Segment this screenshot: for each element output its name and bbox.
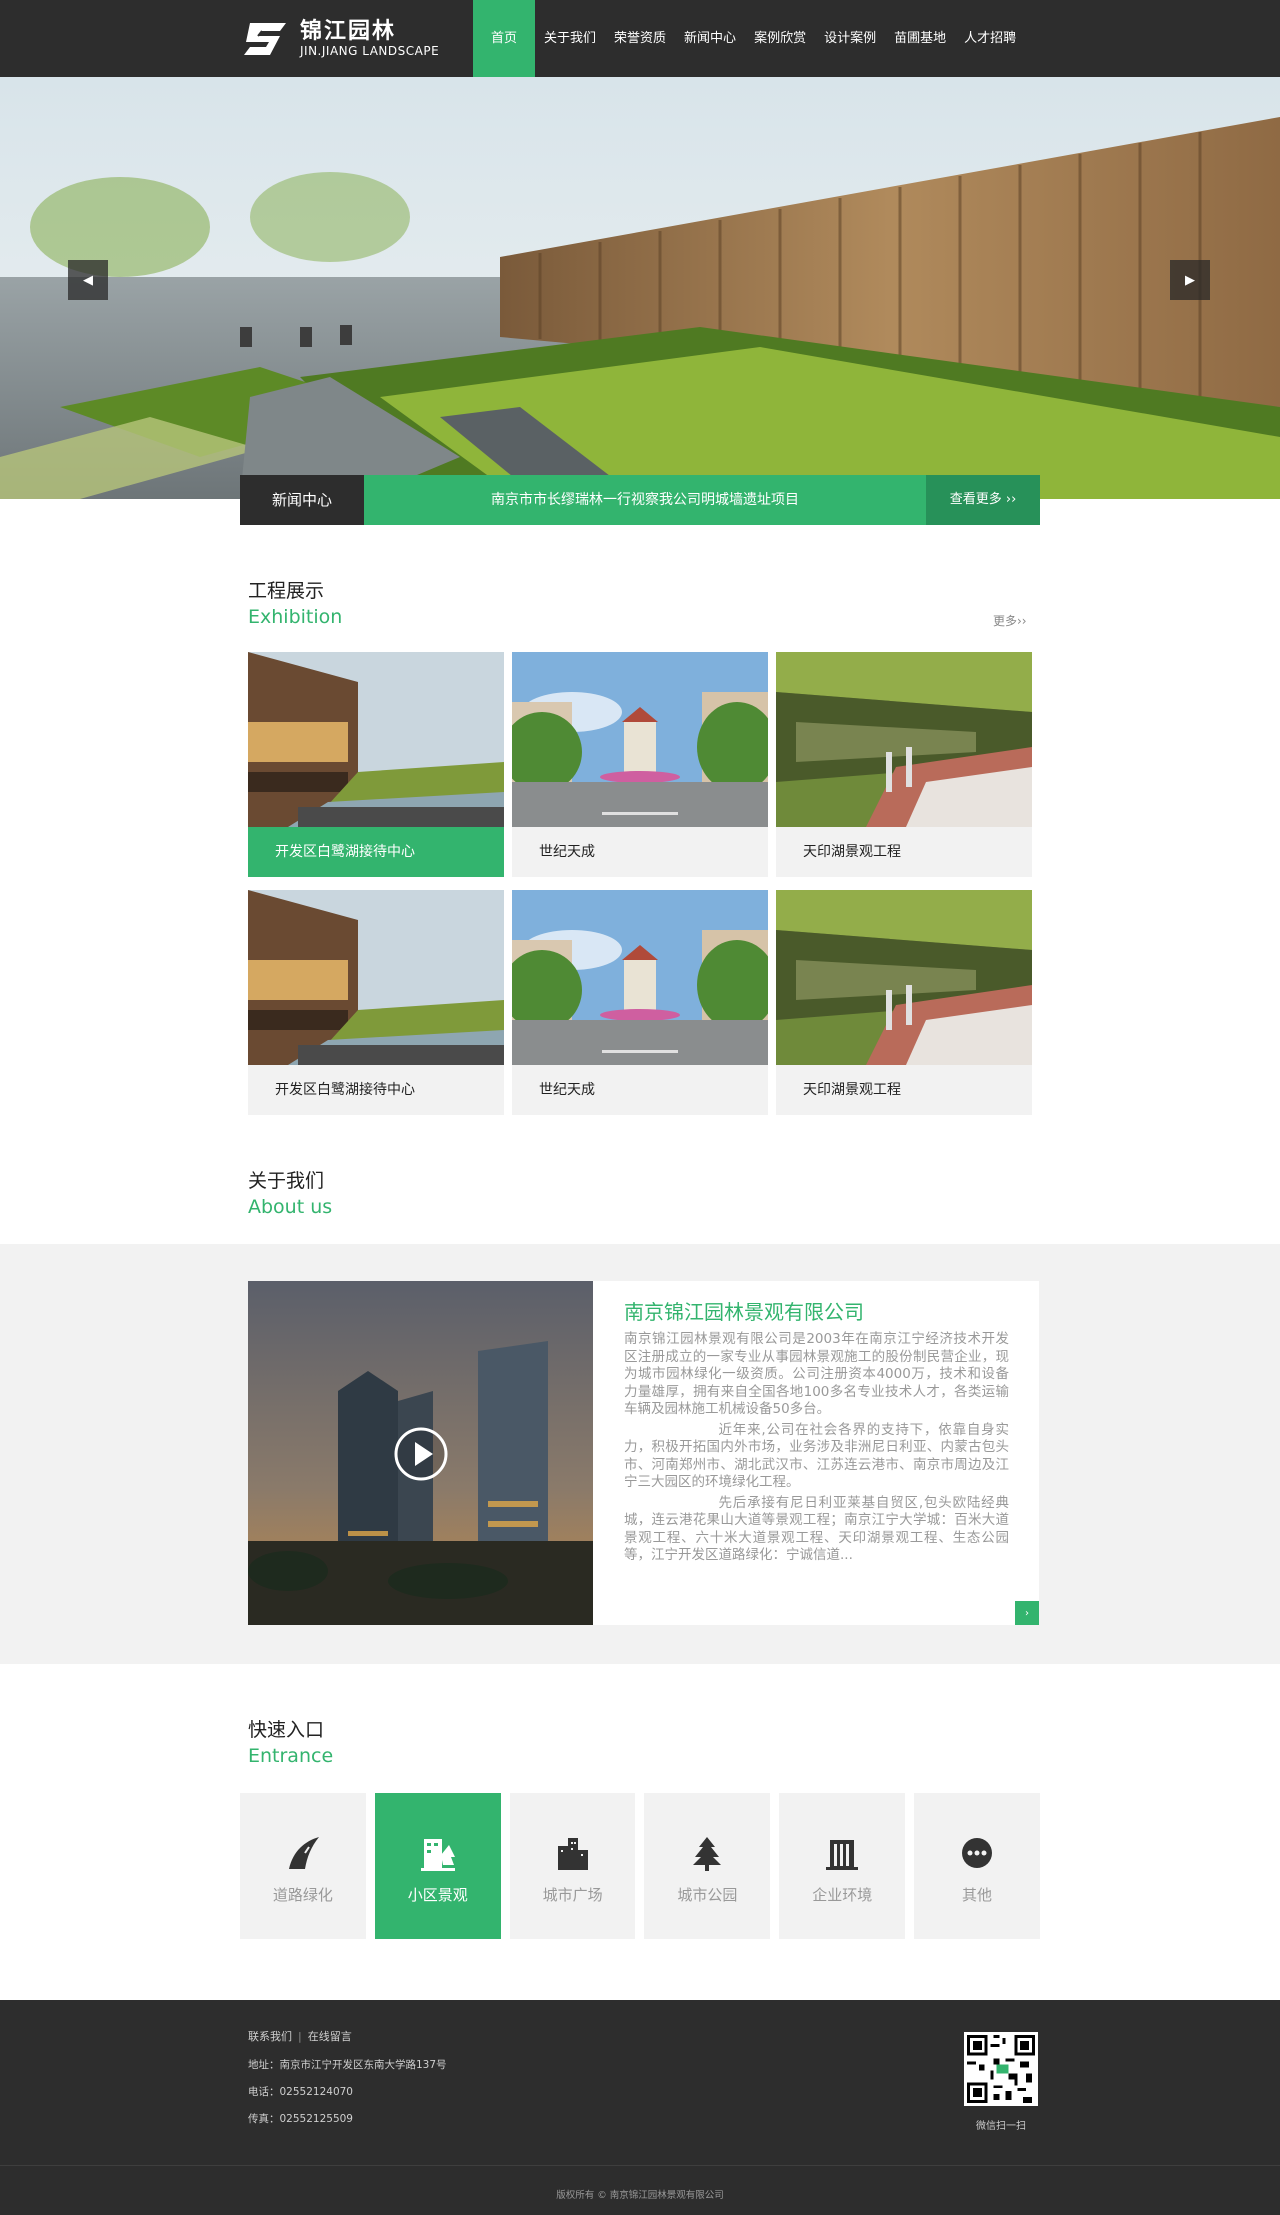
nav-news[interactable]: 新闻中心 xyxy=(675,0,745,77)
more-dots-icon xyxy=(914,1833,1040,1873)
project-caption: 开发区白鹭湖接待中心 xyxy=(275,1082,415,1098)
footer-message-link[interactable]: 在线留言 xyxy=(308,2030,352,2043)
entrance-enterprise[interactable]: 企业环境 xyxy=(779,1793,906,1939)
entrance-heading: 快速入口 Entrance xyxy=(248,1717,333,1769)
news-ticker: 新闻中心 南京市市长缪瑞林一行视察我公司明城墙遗址项目 查看更多 ›› xyxy=(240,475,1040,525)
nav-about[interactable]: 关于我们 xyxy=(535,0,605,77)
nav-home[interactable]: 首页 xyxy=(473,0,536,77)
about-more-button[interactable]: › xyxy=(1015,1601,1039,1625)
road-icon xyxy=(240,1833,366,1873)
project-thumbnail xyxy=(512,890,768,1065)
about-title-en: About us xyxy=(248,1196,333,1218)
exhibition-more-link[interactable]: 更多›› xyxy=(993,612,1027,629)
site-footer: 联系我们 | 在线留言 地址：南京市江宁开发区东南大学路137号 电话：025521… xyxy=(0,2000,1280,2215)
footer-fax: 传真：02552125509 xyxy=(248,2113,353,2125)
footer-divider xyxy=(0,2165,1280,2166)
about-paragraph: 先后承接有尼日利亚莱基自贸区,包头欧陆经典城，连云港花果山大道等景观工程；南京江… xyxy=(624,1494,1009,1564)
hero-image xyxy=(0,77,1280,499)
entrance-label: 小区景观 xyxy=(407,1886,468,1904)
play-icon[interactable] xyxy=(393,1426,449,1482)
city-buildings-icon xyxy=(510,1833,636,1873)
residential-icon xyxy=(375,1833,501,1873)
logo-name-cn: 锦江园林 xyxy=(300,19,397,44)
entrance-road-greening[interactable]: 道路绿化 xyxy=(240,1793,366,1939)
project-card[interactable]: 天印湖景观工程 xyxy=(776,890,1032,1115)
project-card[interactable]: 开发区白鹭湖接待中心 xyxy=(248,890,504,1115)
entrance-title-en: Entrance xyxy=(248,1745,334,1767)
nav-cases[interactable]: 案例欣赏 xyxy=(745,0,815,77)
logo-name-en: JIN.JIANG LANDSCAPE xyxy=(300,44,440,58)
about-video[interactable] xyxy=(248,1281,593,1625)
entrance-city-square[interactable]: 城市广场 xyxy=(509,1793,636,1939)
hero-banner: ◀ ▶ xyxy=(0,77,1280,499)
quick-entrance: 道路绿化 小区景观 城市广场 城市公园 企业环境 其他 xyxy=(240,1793,1040,1939)
footer-links: 联系我们 | 在线留言 xyxy=(248,2028,352,2044)
entrance-title-cn: 快速入口 xyxy=(248,1719,325,1741)
project-caption: 世纪天成 xyxy=(539,1082,595,1098)
wechat-qr-code xyxy=(964,2032,1038,2106)
nav-nursery[interactable]: 苗圃基地 xyxy=(885,0,955,77)
project-grid: 开发区白鹭湖接待中心 世纪天成 天印湖景观工程 开发区白鹭湖接待中心 世纪天成 … xyxy=(248,652,1032,1115)
chevron-right-icon: › xyxy=(1025,1607,1029,1619)
main-nav: 首页 关于我们 荣誉资质 新闻中心 案例欣赏 设计案例 苗圃基地 人才招聘 xyxy=(473,0,1025,77)
entrance-label: 城市广场 xyxy=(542,1886,603,1904)
about-heading: 关于我们 About us xyxy=(248,1168,332,1220)
banner-prev-button[interactable]: ◀ xyxy=(68,260,108,300)
project-card[interactable]: 世纪天成 xyxy=(512,652,768,877)
entrance-city-park[interactable]: 城市公园 xyxy=(644,1793,771,1939)
chevron-left-icon: ◀ xyxy=(83,272,93,288)
logo[interactable]: 锦江园林 JIN.JIANG LANDSCAPE xyxy=(240,20,439,58)
entrance-residential[interactable]: 小区景观 xyxy=(374,1793,501,1939)
project-card[interactable]: 世纪天成 xyxy=(512,890,768,1115)
news-headline[interactable]: 南京市市长缪瑞林一行视察我公司明城墙遗址项目 xyxy=(364,475,926,525)
footer-contact-link[interactable]: 联系我们 xyxy=(248,2030,292,2043)
project-thumbnail xyxy=(248,652,504,827)
nav-careers[interactable]: 人才招聘 xyxy=(955,0,1025,77)
project-thumbnail xyxy=(776,890,1032,1065)
project-card[interactable]: 开发区白鹭湖接待中心 xyxy=(248,652,504,877)
project-caption: 天印湖景观工程 xyxy=(803,844,901,860)
logo-icon xyxy=(240,21,292,57)
about-title-cn: 关于我们 xyxy=(248,1170,325,1192)
entrance-label: 道路绿化 xyxy=(272,1886,333,1904)
project-caption: 开发区白鹭湖接待中心 xyxy=(248,827,504,877)
footer-phone: 电话：02552124070 xyxy=(248,2086,353,2098)
project-thumbnail xyxy=(512,652,768,827)
news-more-button[interactable]: 查看更多 ›› xyxy=(926,475,1040,525)
about-paragraph: 近年来,公司在社会各界的支持下，依靠自身实力，积极开拓国内外市场，业务涉及非洲尼… xyxy=(624,1421,1009,1491)
entrance-other[interactable]: 其他 xyxy=(914,1793,1040,1939)
site-header: 锦江园林 JIN.JIANG LANDSCAPE 首页 关于我们 荣誉资质 新闻… xyxy=(0,0,1280,77)
chevron-right-icon: ▶ xyxy=(1185,272,1195,288)
news-label: 新闻中心 xyxy=(240,475,364,525)
entrance-label: 其他 xyxy=(962,1886,993,1904)
office-building-icon xyxy=(779,1833,905,1873)
exhibition-heading: 工程展示 Exhibition xyxy=(248,578,342,630)
exhibition-title-en: Exhibition xyxy=(248,606,343,628)
company-name: 南京锦江园林景观有限公司 xyxy=(624,1300,864,1324)
entrance-label: 企业环境 xyxy=(812,1886,873,1904)
copyright: 版权所有 © 南京锦江园林景观有限公司 xyxy=(556,2190,724,2201)
entrance-label: 城市公园 xyxy=(677,1886,738,1904)
project-card[interactable]: 天印湖景观工程 xyxy=(776,652,1032,877)
footer-address: 地址：南京市江宁开发区东南大学路137号 xyxy=(248,2059,447,2071)
project-caption: 天印湖景观工程 xyxy=(803,1082,901,1098)
footer-divider-bar: | xyxy=(298,2030,302,2043)
about-card: 南京锦江园林景观有限公司 南京锦江园林景观有限公司是2003年在南京江宁经济技术… xyxy=(248,1281,1039,1625)
project-caption: 世纪天成 xyxy=(539,844,595,860)
project-thumbnail xyxy=(248,890,504,1065)
nav-honors[interactable]: 荣誉资质 xyxy=(605,0,675,77)
tree-icon xyxy=(644,1833,770,1873)
banner-next-button[interactable]: ▶ xyxy=(1170,260,1210,300)
project-thumbnail xyxy=(776,652,1032,827)
about-paragraph: 南京锦江园林景观有限公司是2003年在南京江宁经济技术开发区注册成立的一家专业从… xyxy=(624,1331,1009,1417)
nav-design-cases[interactable]: 设计案例 xyxy=(815,0,885,77)
qr-caption: 微信扫一扫 xyxy=(976,2121,1026,2132)
exhibition-title-cn: 工程展示 xyxy=(248,580,325,602)
